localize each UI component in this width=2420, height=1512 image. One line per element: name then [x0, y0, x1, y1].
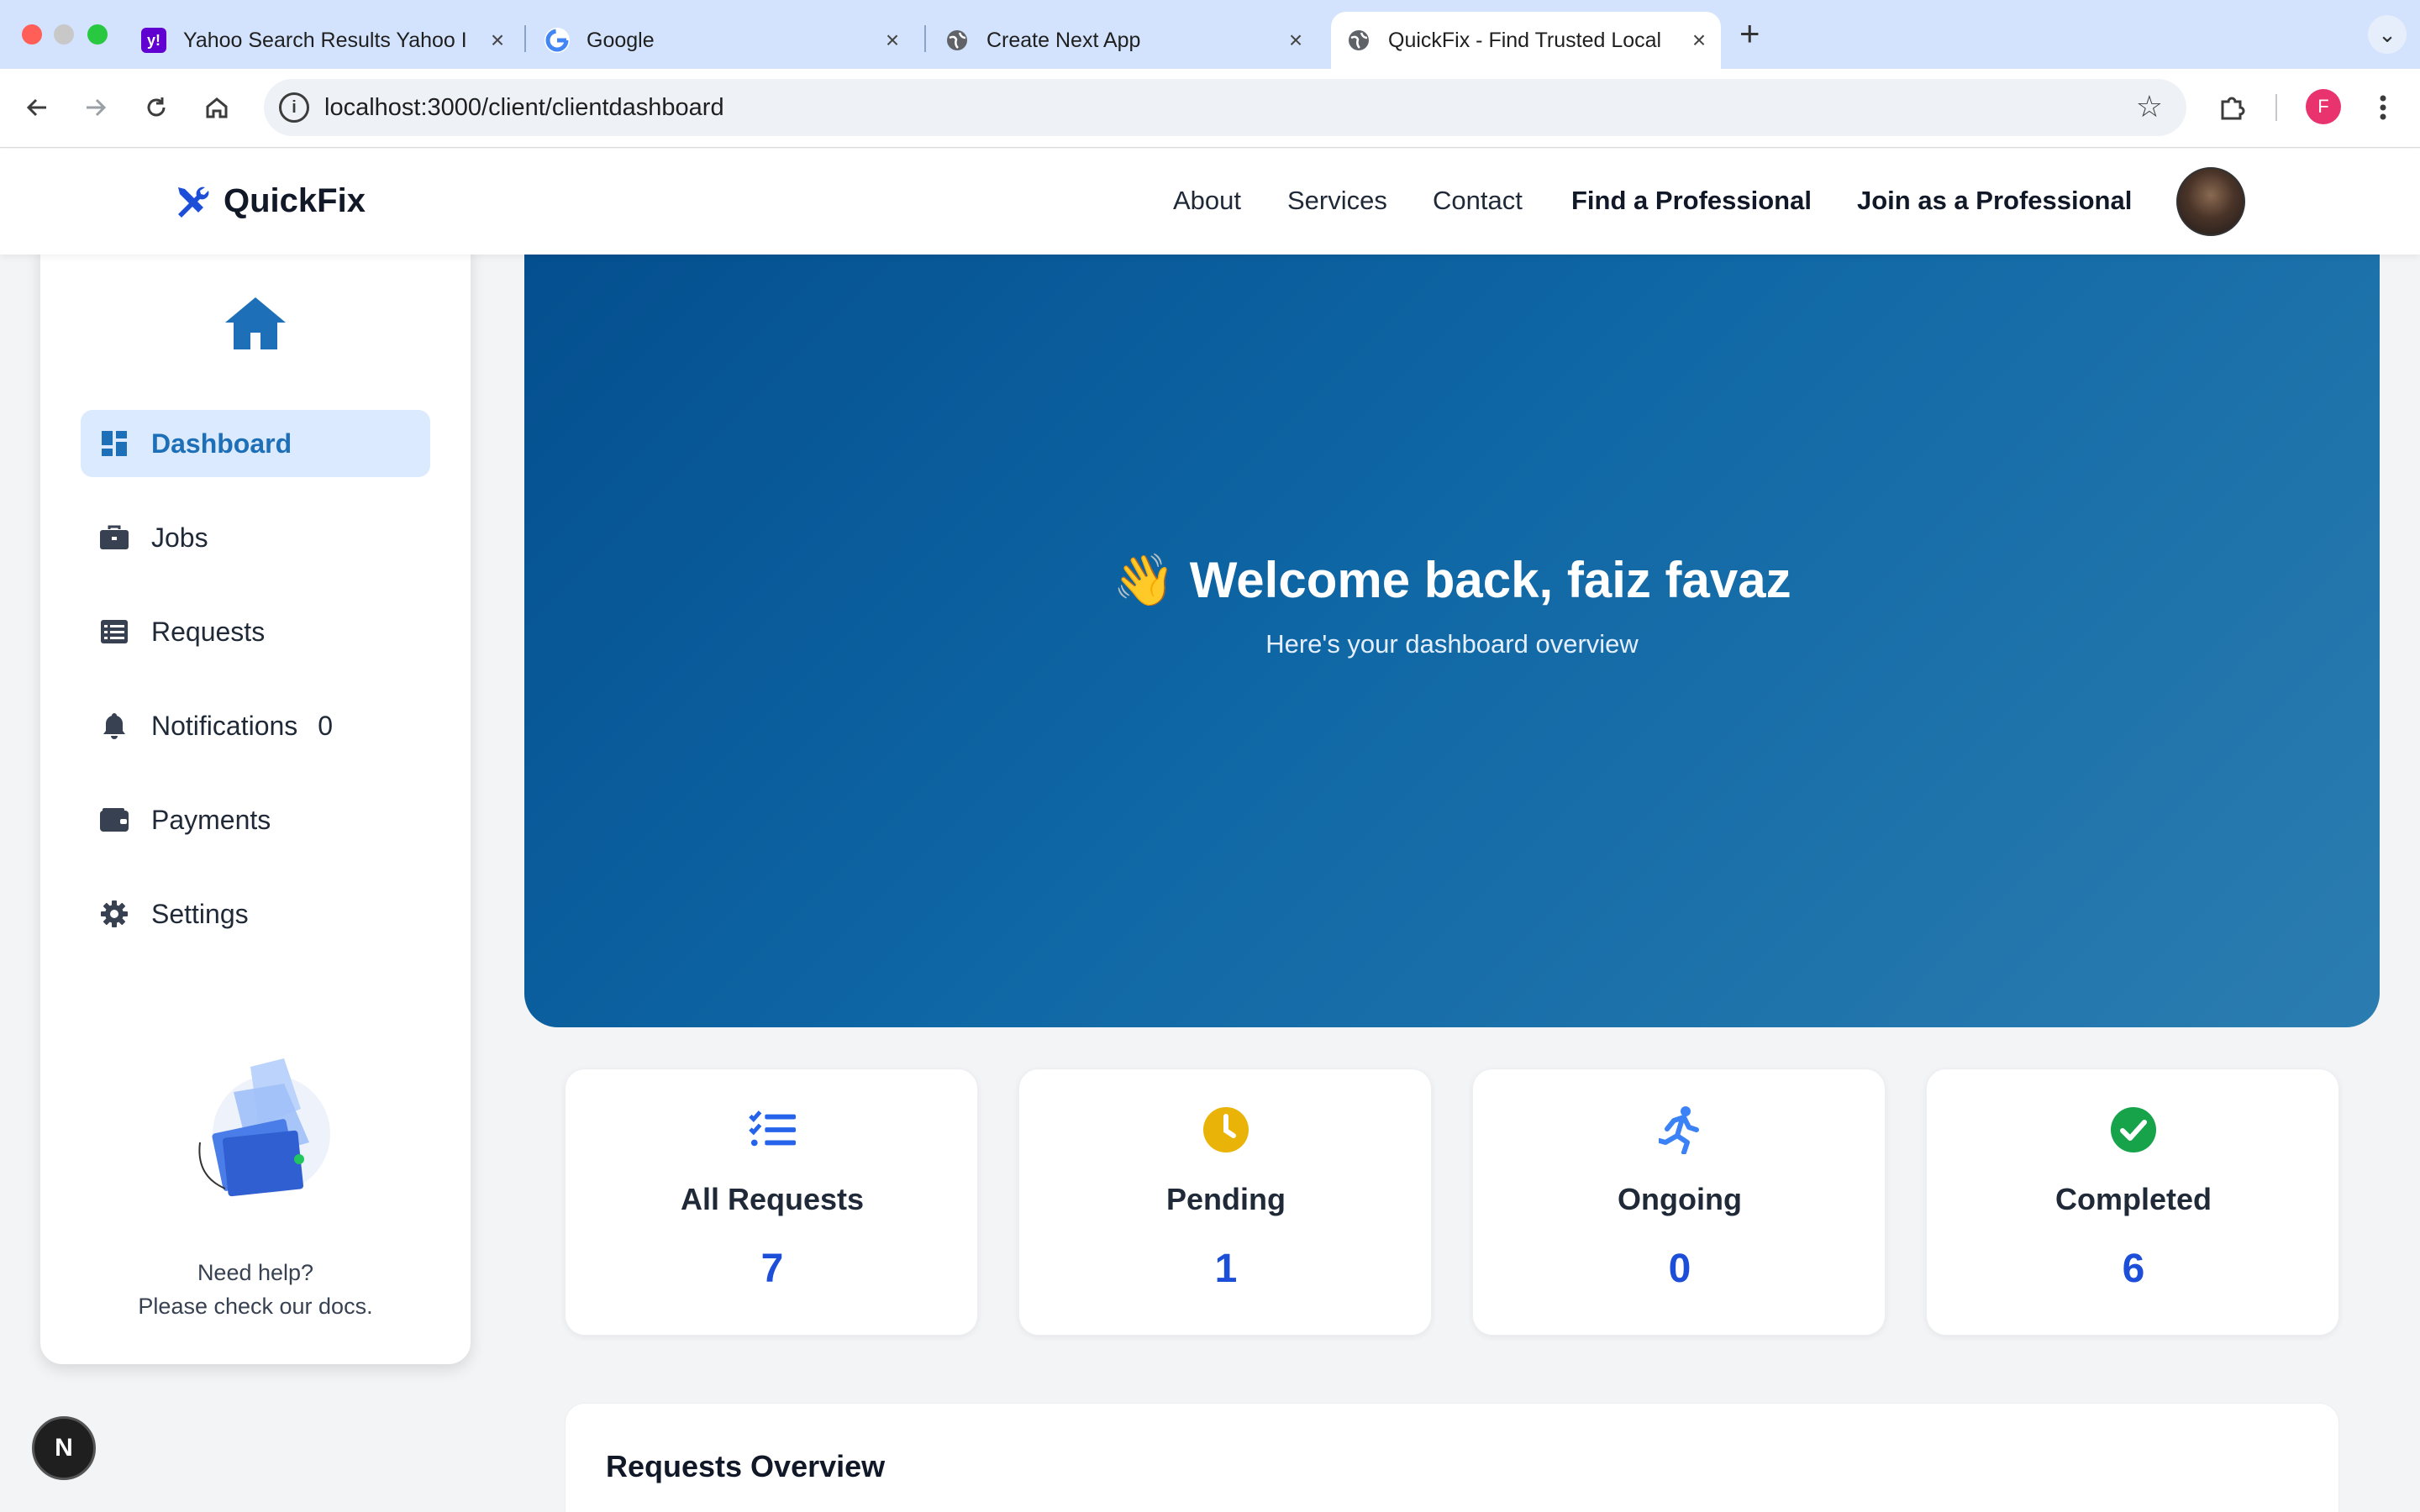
sidebar: Dashboard Jobs Requests Notifications 0 … [40, 244, 471, 1364]
site-info-icon[interactable]: i [279, 92, 309, 123]
home-icon[interactable] [198, 89, 235, 126]
sidebar-item-label: Settings [151, 898, 249, 929]
bell-icon [97, 709, 131, 743]
tools-icon [178, 186, 209, 218]
stat-value: 0 [1668, 1247, 1691, 1291]
tab-title: Create Next App [986, 28, 1141, 52]
extensions-puzzle-icon[interactable] [2213, 89, 2250, 126]
stat-value: 7 [760, 1247, 784, 1291]
checklist-icon [749, 1106, 796, 1153]
back-arrow-icon[interactable] [18, 89, 55, 126]
stat-card-pending[interactable]: Pending 1 [1018, 1068, 1432, 1336]
nav-find-professional[interactable]: Find a Professional [1571, 186, 1812, 216]
stat-card-ongoing[interactable]: Ongoing 0 [1472, 1068, 1886, 1336]
url-text[interactable]: localhost:3000/client/clientdashboard [324, 94, 724, 122]
google-icon [544, 28, 570, 53]
list-icon [97, 615, 131, 648]
tab-title: QuickFix - Find Trusted Local [1388, 28, 1662, 52]
dashboard-icon [97, 427, 131, 460]
nav-join-professional[interactable]: Join as a Professional [1857, 186, 2132, 216]
stat-label: Ongoing [1618, 1182, 1742, 1216]
close-tab-icon[interactable]: × [484, 27, 511, 54]
sidebar-item-payments[interactable]: Payments [81, 786, 430, 853]
home-icon[interactable] [224, 296, 287, 351]
stat-value: 1 [1214, 1247, 1238, 1291]
close-tab-icon[interactable]: × [1686, 27, 1712, 54]
brand-logo-link[interactable]: QuickFix [171, 181, 366, 221]
sidebar-item-jobs[interactable]: Jobs [81, 504, 430, 571]
tab-quickfix[interactable]: QuickFix - Find Trusted Local × [1331, 12, 1721, 69]
tab-separator [524, 25, 526, 52]
help-title: Need help? [197, 1260, 314, 1285]
clock-icon [1202, 1106, 1249, 1153]
browser-toolbar: i localhost:3000/client/clientdashboard … [0, 69, 2420, 148]
nextjs-dev-badge[interactable]: N [32, 1416, 96, 1480]
reload-icon[interactable] [138, 89, 175, 126]
sidebar-item-requests[interactable]: Requests [81, 598, 430, 665]
stat-label: Pending [1166, 1182, 1286, 1216]
tab-create-next-app[interactable]: Create Next App × [944, 12, 1309, 69]
sidebar-item-notifications[interactable]: Notifications 0 [81, 692, 430, 759]
sidebar-item-label: Notifications [151, 710, 298, 741]
welcome-text: Welcome back, faiz favaz [1189, 552, 1791, 608]
sidebar-item-label: Payments [151, 804, 271, 835]
new-tab-button[interactable]: + [1739, 13, 1760, 54]
nav-contact[interactable]: Contact [1433, 186, 1523, 216]
tab-google[interactable]: Google × [544, 12, 906, 69]
tab-search-chevron-icon[interactable]: ⌄ [2368, 15, 2407, 54]
globe-icon [1346, 28, 1371, 53]
maximize-window-button[interactable] [87, 24, 108, 45]
stat-value: 6 [2122, 1247, 2145, 1291]
close-tab-icon[interactable]: × [1282, 27, 1309, 54]
tab-title: Yahoo Search Results Yahoo I [183, 28, 467, 52]
running-person-icon [1656, 1106, 1703, 1154]
tab-title: Google [587, 28, 655, 52]
browser-tab-bar: y! Yahoo Search Results Yahoo I × Google… [0, 0, 2420, 69]
sidebar-item-label: Requests [151, 616, 266, 647]
welcome-heading: 👋 Welcome back, faiz favaz [524, 550, 2380, 610]
documents-illustration [198, 1058, 330, 1197]
check-circle-icon [2110, 1106, 2157, 1153]
nav-services[interactable]: Services [1287, 186, 1387, 216]
sidebar-item-settings[interactable]: Settings [81, 880, 430, 948]
minimize-window-button[interactable] [54, 24, 74, 45]
forward-arrow-icon[interactable] [77, 89, 114, 126]
tab-separator [924, 25, 926, 52]
address-bar[interactable]: i localhost:3000/client/clientdashboard … [264, 79, 2186, 136]
close-tab-icon[interactable]: × [879, 27, 906, 54]
close-window-button[interactable] [22, 24, 42, 45]
stat-card-completed[interactable]: Completed 6 [1926, 1068, 2339, 1336]
nav-about[interactable]: About [1173, 186, 1241, 216]
sidebar-item-label: Jobs [151, 522, 208, 553]
stat-label: Completed [2054, 1182, 2212, 1216]
welcome-subtitle: Here's your dashboard overview [1265, 629, 1639, 659]
requests-overview-card: Requests Overview [565, 1403, 2339, 1512]
user-avatar[interactable] [2176, 167, 2245, 236]
gear-icon [97, 897, 131, 931]
wallet-icon [97, 803, 131, 837]
globe-icon [944, 28, 970, 53]
briefcase-icon [97, 521, 131, 554]
welcome-hero: 👋 Welcome back, faiz favaz Here's your d… [524, 255, 2380, 1027]
sidebar-item-label: Dashboard [151, 428, 292, 459]
toolbar-divider [2275, 94, 2277, 121]
tab-yahoo[interactable]: y! Yahoo Search Results Yahoo I × [141, 12, 511, 69]
brand-name: QuickFix [224, 181, 366, 219]
yahoo-icon: y! [141, 28, 166, 53]
site-header: QuickFix About Services Contact Find a P… [0, 149, 2420, 255]
notifications-count: 0 [318, 710, 334, 741]
requests-overview-title: Requests Overview [606, 1449, 886, 1483]
bookmark-star-icon[interactable]: ☆ [2136, 89, 2163, 124]
stat-card-all-requests[interactable]: All Requests 7 [565, 1068, 978, 1336]
browser-profile-avatar[interactable]: F [2306, 89, 2341, 124]
kebab-menu-icon[interactable] [2365, 89, 2402, 126]
help-docs-text: Please check our docs. [138, 1294, 373, 1319]
stat-label: All Requests [680, 1182, 865, 1216]
waving-hand-emoji: 👋 [1113, 552, 1176, 608]
sidebar-item-dashboard[interactable]: Dashboard [81, 410, 430, 477]
